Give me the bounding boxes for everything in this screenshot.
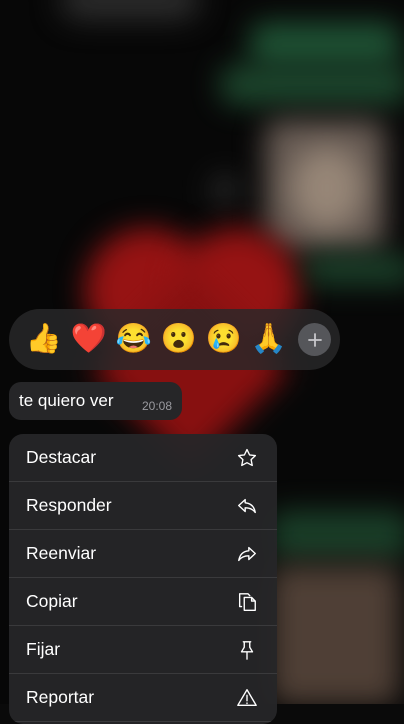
star-icon [235, 446, 259, 470]
menu-item-label: Reportar [26, 687, 95, 707]
message-time: 20:08 [141, 399, 172, 413]
plus-icon [307, 332, 322, 347]
message-bubble: te quiero ver 20:08 [9, 382, 182, 420]
menu-item-copiar[interactable]: Copiar [9, 578, 277, 626]
copy-icon [235, 590, 259, 614]
forward-icon [235, 542, 259, 566]
reaction-red-heart[interactable]: ❤️ [66, 317, 111, 362]
message-context-menu: Destacar Responder Reenviar Copiar Fijar… [9, 434, 277, 724]
menu-item-reportar[interactable]: Reportar [9, 674, 277, 722]
menu-item-responder[interactable]: Responder [9, 482, 277, 530]
menu-item-label: Reenviar [26, 543, 97, 563]
reaction-tears-of-joy[interactable]: 😂 [111, 317, 156, 362]
menu-item-label: Destacar [26, 447, 97, 467]
add-reaction-button[interactable] [298, 323, 331, 356]
warning-icon [235, 686, 259, 710]
message-text: te quiero ver [19, 391, 114, 410]
menu-item-label: Copiar [26, 591, 78, 611]
pin-icon [235, 638, 259, 662]
reaction-bar: 👍 ❤️ 😂 😮 😢 🙏 [9, 309, 340, 370]
menu-item-label: Responder [26, 495, 112, 515]
menu-item-label: Fijar [26, 639, 61, 659]
reply-icon [235, 494, 259, 518]
reaction-crying[interactable]: 😢 [201, 317, 246, 362]
menu-item-destacar[interactable]: Destacar [9, 434, 277, 482]
menu-item-fijar[interactable]: Fijar [9, 626, 277, 674]
menu-item-reenviar[interactable]: Reenviar [9, 530, 277, 578]
reaction-surprised[interactable]: 😮 [156, 317, 201, 362]
reaction-thumbs-up[interactable]: 👍 [21, 317, 66, 362]
reaction-folded-hands[interactable]: 🙏 [246, 317, 291, 362]
